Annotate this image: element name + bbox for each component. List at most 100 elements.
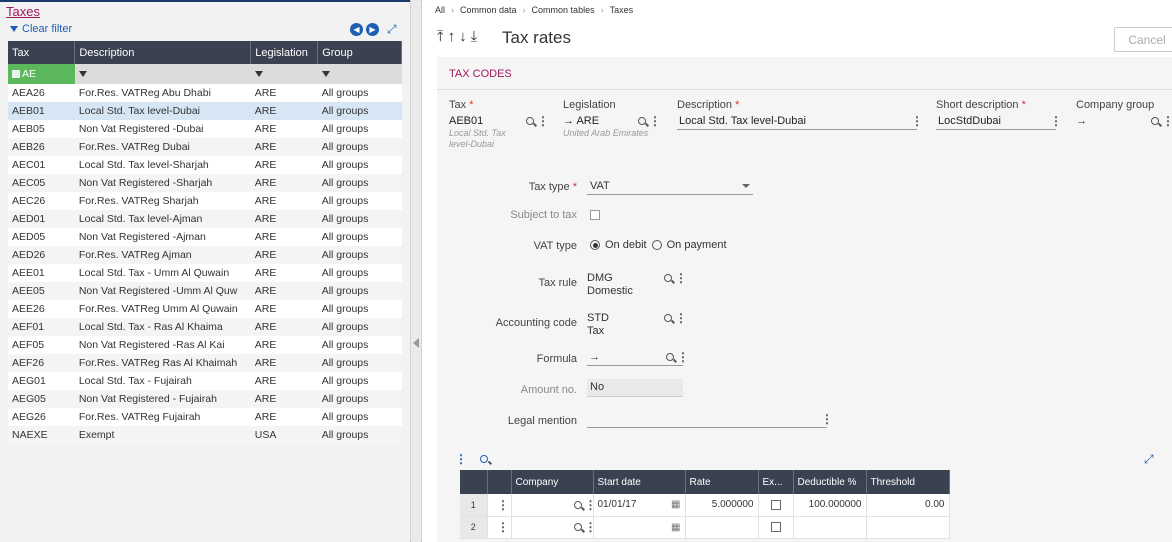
legislation-cell[interactable]: ARE	[250, 84, 318, 102]
table-row[interactable]: AED01 Local Std. Tax level-Ajman ARE All gr…	[8, 210, 402, 228]
search-icon[interactable]	[637, 117, 646, 125]
group-cell[interactable]: All groups	[317, 192, 402, 210]
arrow-right-icon[interactable]: →	[589, 351, 600, 363]
col-tax[interactable]: Tax	[8, 41, 76, 64]
col-threshold[interactable]: Threshold	[866, 470, 950, 494]
calendar-icon[interactable]: ▦	[671, 522, 680, 533]
tax-cell[interactable]: AEG05	[8, 390, 75, 408]
exempt-checkbox[interactable]	[770, 521, 781, 532]
search-icon[interactable]	[663, 274, 672, 282]
legislation-cell[interactable]: ARE	[250, 354, 318, 372]
group-filter-cell[interactable]	[317, 64, 402, 84]
legislation-cell[interactable]: ARE	[250, 318, 318, 336]
legislation-cell[interactable]: ARE	[250, 246, 318, 264]
on-debit-radio[interactable]	[590, 240, 600, 250]
search-icon[interactable]	[573, 500, 582, 509]
breadcrumb-item[interactable]: Taxes	[610, 5, 634, 15]
threshold-cell[interactable]: 0.00	[866, 494, 950, 517]
tax-cell[interactable]: AEF26	[8, 354, 75, 372]
table-row[interactable]: AEB01 Local Std. Tax level-Dubai ARE All gr…	[8, 102, 402, 120]
company-cell[interactable]: ⋮	[511, 494, 597, 517]
short-description-input[interactable]: LocStdDubai	[938, 115, 1001, 127]
tax-type-select[interactable]: VAT	[587, 177, 753, 195]
group-cell[interactable]: All groups	[317, 138, 402, 156]
description-cell[interactable]: Non Vat Registered -Dubai	[74, 120, 251, 138]
breadcrumb-item[interactable]: Common tables	[532, 5, 595, 15]
description-input[interactable]: Local Std. Tax level-Dubai	[679, 115, 806, 127]
legislation-cell[interactable]: ARE	[250, 390, 318, 408]
description-cell[interactable]: Local Std. Tax - Umm Al Quwain	[74, 264, 251, 282]
arrow-right-icon[interactable]: →	[563, 115, 574, 127]
tax-cell[interactable]: AEA26	[8, 84, 75, 102]
legislation-filter-cell[interactable]	[250, 64, 318, 84]
table-row[interactable]: AEB26 For.Res. VATReg Dubai ARE All groups	[8, 138, 402, 156]
group-cell[interactable]: All groups	[317, 318, 402, 336]
group-cell[interactable]: All groups	[317, 210, 402, 228]
legislation-cell[interactable]: ARE	[250, 228, 318, 246]
description-cell[interactable]: For.Res. VATReg Ajman	[74, 246, 251, 264]
legislation-cell[interactable]: ARE	[250, 282, 318, 300]
description-cell[interactable]: Non Vat Registered -Sharjah	[74, 174, 251, 192]
more-options-icon[interactable]: ⋮	[675, 271, 687, 285]
table-row[interactable]: NAEXE Exempt USA All groups	[8, 426, 402, 444]
company-cell[interactable]: ⋮	[511, 516, 597, 539]
group-cell[interactable]: All groups	[317, 408, 402, 426]
table-row[interactable]: AEC26 For.Res. VATReg Sharjah ARE All group…	[8, 192, 402, 210]
group-cell[interactable]: All groups	[317, 174, 402, 192]
arrow-right-icon[interactable]: →	[1076, 115, 1087, 127]
legislation-cell[interactable]: ARE	[250, 138, 318, 156]
more-options-icon[interactable]: ⋮	[911, 114, 923, 128]
tax-cell[interactable]: AEE26	[8, 300, 75, 318]
legislation-cell[interactable]: ARE	[250, 120, 318, 138]
table-row[interactable]: AEG01 Local Std. Tax - Fujairah ARE All gro…	[8, 372, 402, 390]
description-cell[interactable]: For.Res. VATReg Abu Dhabi	[74, 84, 251, 102]
description-filter-cell[interactable]	[74, 64, 251, 84]
more-options-icon[interactable]: ⋮	[1162, 114, 1172, 128]
group-cell[interactable]: All groups	[317, 336, 402, 354]
prev-record-icon[interactable]: ◀	[350, 23, 363, 36]
panel-title[interactable]: Taxes	[6, 4, 40, 19]
table-row[interactable]: AEG05 Non Vat Registered - Fujairah ARE All…	[8, 390, 402, 408]
breadcrumb-item[interactable]: All	[435, 5, 445, 15]
group-cell[interactable]: All groups	[317, 264, 402, 282]
table-row[interactable]: AEE26 For.Res. VATReg Umm Al Quwain ARE All…	[8, 300, 402, 318]
col-exempt[interactable]: Ex...	[758, 470, 794, 494]
tax-cell[interactable]: AED01	[8, 210, 75, 228]
tax-cell[interactable]: AED05	[8, 228, 75, 246]
collapse-arrow-icon[interactable]	[413, 338, 419, 348]
table-row[interactable]: AEE01 Local Std. Tax - Umm Al Quwain ARE Al…	[8, 264, 402, 282]
search-icon[interactable]	[663, 314, 672, 322]
subject-to-tax-checkbox[interactable]	[590, 210, 600, 220]
legislation-cell[interactable]: ARE	[250, 300, 318, 318]
cancel-button[interactable]: Cancel	[1114, 27, 1172, 52]
table-row[interactable]: AEF01 Local Std. Tax - Ras Al Khaima ARE Al…	[8, 318, 402, 336]
expand-icon[interactable]: ⤢	[1144, 452, 1154, 467]
legislation-cell[interactable]: ARE	[250, 336, 318, 354]
legislation-cell[interactable]: ARE	[250, 372, 318, 390]
more-options-icon[interactable]: ⋮	[675, 311, 687, 325]
more-options-icon[interactable]: ⋮	[821, 412, 833, 426]
tax-cell[interactable]: AEF05	[8, 336, 75, 354]
more-options-icon[interactable]: ⋮	[585, 498, 597, 512]
more-options-icon[interactable]: ⋮	[1050, 114, 1062, 128]
threshold-cell[interactable]	[866, 516, 950, 539]
table-row[interactable]: AEB05 Non Vat Registered -Dubai ARE All gro…	[8, 120, 402, 138]
col-deductible[interactable]: Deductible %	[793, 470, 867, 494]
search-icon[interactable]	[525, 117, 534, 125]
description-cell[interactable]: For.Res. VATReg Umm Al Quwain	[74, 300, 251, 318]
clear-filter-button[interactable]: Clear filter	[10, 23, 72, 35]
grid-search-icon[interactable]	[480, 455, 488, 463]
exempt-checkbox[interactable]	[770, 499, 781, 510]
group-cell[interactable]: All groups	[317, 426, 402, 444]
deductible-cell[interactable]	[793, 516, 867, 539]
col-company[interactable]: Company	[511, 470, 594, 494]
table-row[interactable]: AEC05 Non Vat Registered -Sharjah ARE All g…	[8, 174, 402, 192]
tax-input[interactable]: AEB01	[449, 115, 483, 127]
row-menu-icon[interactable]: ⋮	[497, 520, 509, 534]
calendar-icon[interactable]: ▦	[671, 499, 680, 510]
description-cell[interactable]: Non Vat Registered - Fujairah	[74, 390, 251, 408]
tax-cell[interactable]: AED26	[8, 246, 75, 264]
legislation-cell[interactable]: ARE	[250, 210, 318, 228]
breadcrumb-item[interactable]: Common data	[460, 5, 517, 15]
start-date-cell[interactable]: 01/01/17 ▦	[593, 494, 686, 517]
